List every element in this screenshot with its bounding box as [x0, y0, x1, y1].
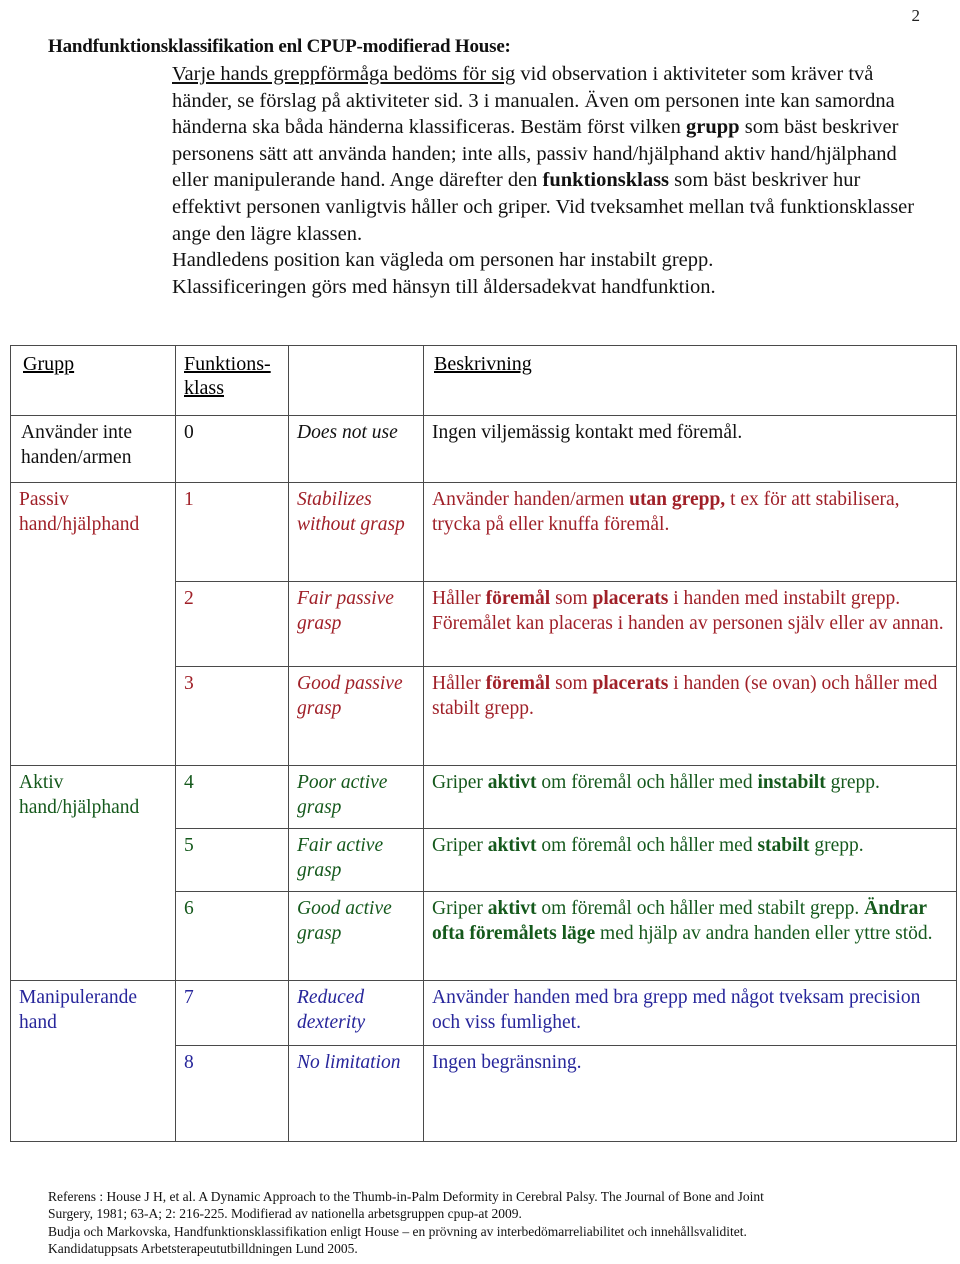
description-bold-6a: aktivt	[487, 898, 537, 919]
table-row: Manipulerande hand 7 Reduced dexterity A…	[10, 980, 957, 1142]
class-number-7: 7	[175, 980, 289, 1046]
header-label-class-line2: klass	[184, 377, 224, 399]
intro-section: Handfunktionsklassifikation enl CPUP-mod…	[48, 34, 928, 300]
description-3: Håller föremål som placerats i handen (s…	[423, 666, 957, 766]
description-post-4: grepp.	[825, 772, 880, 793]
english-term-6: Good active grasp	[288, 891, 424, 981]
description-pre-6: Griper	[432, 898, 488, 919]
class-number-2: 2	[175, 581, 289, 667]
table-header-row: Grupp Funktions-klass Beskrivning	[10, 345, 957, 416]
description-bold-3a: föremål	[485, 673, 551, 694]
description-text-7: Använder handen med bra grepp med något …	[432, 987, 921, 1033]
description-0: Ingen viljemässig kontakt med föremål.	[423, 415, 957, 483]
header-cell-class: Funktions-klass	[175, 345, 289, 416]
description-bold-2a: föremål	[485, 588, 551, 609]
description-mid-4: om föremål och håller med	[536, 772, 758, 793]
class-number-5: 5	[175, 828, 289, 892]
table-row: Aktiv hand/hjälphand 4 Poor active grasp…	[10, 765, 957, 981]
intro-paragraph: Varje hands greppförmåga bedöms för sig …	[48, 61, 928, 300]
description-bold-4b: instabilt	[757, 772, 826, 793]
class-number-8: 8	[175, 1045, 289, 1142]
table-row: Passiv hand/hjälphand 1 Stabilizes witho…	[10, 482, 957, 766]
group-cell-manipulerande: Manipulerande hand	[10, 980, 176, 1142]
class-number-3: 3	[175, 666, 289, 766]
description-7: Använder handen med bra grepp med något …	[423, 980, 957, 1046]
header-cell-group: Grupp	[10, 345, 176, 416]
description-mid-5: om föremål och håller med	[536, 835, 758, 856]
footer-line-2: Surgery, 1981; 63-A; 2: 216-225. Modifie…	[48, 1206, 522, 1222]
classification-table-wrap: Grupp Funktions-klass Beskrivning Använd…	[10, 345, 957, 1142]
table-row: Använder inte handen/armen 0 Does not us…	[10, 415, 957, 483]
description-pre-5: Griper	[432, 835, 488, 856]
page-title: Handfunktionsklassifikation enl CPUP-mod…	[48, 36, 511, 57]
description-bold-5a: aktivt	[487, 835, 537, 856]
class-number-0: 0	[175, 415, 289, 483]
header-label-description: Beskrivning	[434, 353, 532, 375]
class-number-4: 4	[175, 765, 289, 829]
intro-line-age: Klassificeringen görs med hänsyn till ål…	[172, 275, 716, 298]
header-label-group: Grupp	[23, 353, 75, 375]
description-1: Använder handen/armen utan grepp, t ex f…	[423, 482, 957, 582]
intro-bold-funktionsklass: funktionsklass	[542, 169, 670, 192]
classification-table: Grupp Funktions-klass Beskrivning Använd…	[10, 345, 957, 1142]
footer-line-1: Referens : House J H, et al. A Dynamic A…	[48, 1189, 764, 1204]
english-term-4: Poor active grasp	[288, 765, 424, 829]
description-bold-2b: placerats	[592, 588, 669, 609]
class-number-6: 6	[175, 891, 289, 981]
document-page: 2 Handfunktionsklassifikation enl CPUP-m…	[0, 0, 960, 1264]
english-term-2: Fair passive grasp	[288, 581, 424, 667]
description-6: Griper aktivt om föremål och håller med …	[423, 891, 957, 981]
description-mid-6: om föremål och håller med stabilt grepp.	[536, 898, 865, 919]
description-2: Håller föremål som placerats i handen me…	[423, 581, 957, 667]
description-5: Griper aktivt om föremål och håller med …	[423, 828, 957, 892]
english-term-3: Good passive grasp	[288, 666, 424, 766]
description-bold-3b: placerats	[592, 673, 669, 694]
description-bold-4a: aktivt	[487, 772, 537, 793]
description-pre-3: Håller	[432, 673, 486, 694]
group-cell-passiv: Passiv hand/hjälphand	[10, 482, 176, 766]
description-text-8: Ingen begränsning.	[432, 1052, 582, 1073]
english-term-0: Does not use	[288, 415, 424, 483]
intro-bold-grupp: grupp	[686, 116, 740, 139]
description-post-6: med hjälp av andra handen eller yttre st…	[595, 922, 933, 944]
header-cell-description: Beskrivning	[423, 345, 957, 416]
group-cell-aktiv: Aktiv hand/hjälphand	[10, 765, 176, 981]
description-8: Ingen begränsning.	[423, 1045, 957, 1142]
description-post-5: grepp.	[809, 835, 864, 856]
class-number-1: 1	[175, 482, 289, 582]
group-cell-anvander-inte: Använder inte handen/armen	[10, 415, 176, 483]
footer-line-3: Budja och Markovska, Handfunktionsklassi…	[48, 1223, 747, 1239]
description-bold-1: utan grepp,	[629, 489, 726, 510]
description-4: Griper aktivt om föremål och håller med …	[423, 765, 957, 829]
description-text-0: Ingen viljemässig kontakt med föremål.	[432, 422, 743, 443]
description-pre-1: Använder handen/armen	[432, 489, 630, 510]
intro-underlined-lead: Varje hands greppförmåga bedöms för sig	[172, 63, 516, 85]
description-mid-3: som	[550, 673, 593, 694]
header-label-class-line1: Funktions-	[184, 353, 271, 375]
header-cell-english	[288, 345, 424, 416]
footer-line-4: Kandidatuppsats Arbetsterapeututbilldnin…	[48, 1241, 358, 1257]
description-pre-4: Griper	[432, 772, 488, 793]
description-mid-2: som	[550, 588, 593, 609]
english-term-5: Fair active grasp	[288, 828, 424, 892]
description-pre-2: Håller	[432, 588, 486, 609]
page-number: 2	[911, 6, 921, 25]
english-term-1: Stabilizes without grasp	[288, 482, 424, 582]
footer-references: Referens : House J H, et al. A Dynamic A…	[48, 1188, 938, 1258]
english-term-8: No limitation	[288, 1045, 424, 1142]
intro-line-wrist: Handledens position kan vägleda om perso…	[172, 249, 714, 272]
description-bold-5b: stabilt	[757, 835, 810, 856]
english-term-7: Reduced dexterity	[288, 980, 424, 1046]
